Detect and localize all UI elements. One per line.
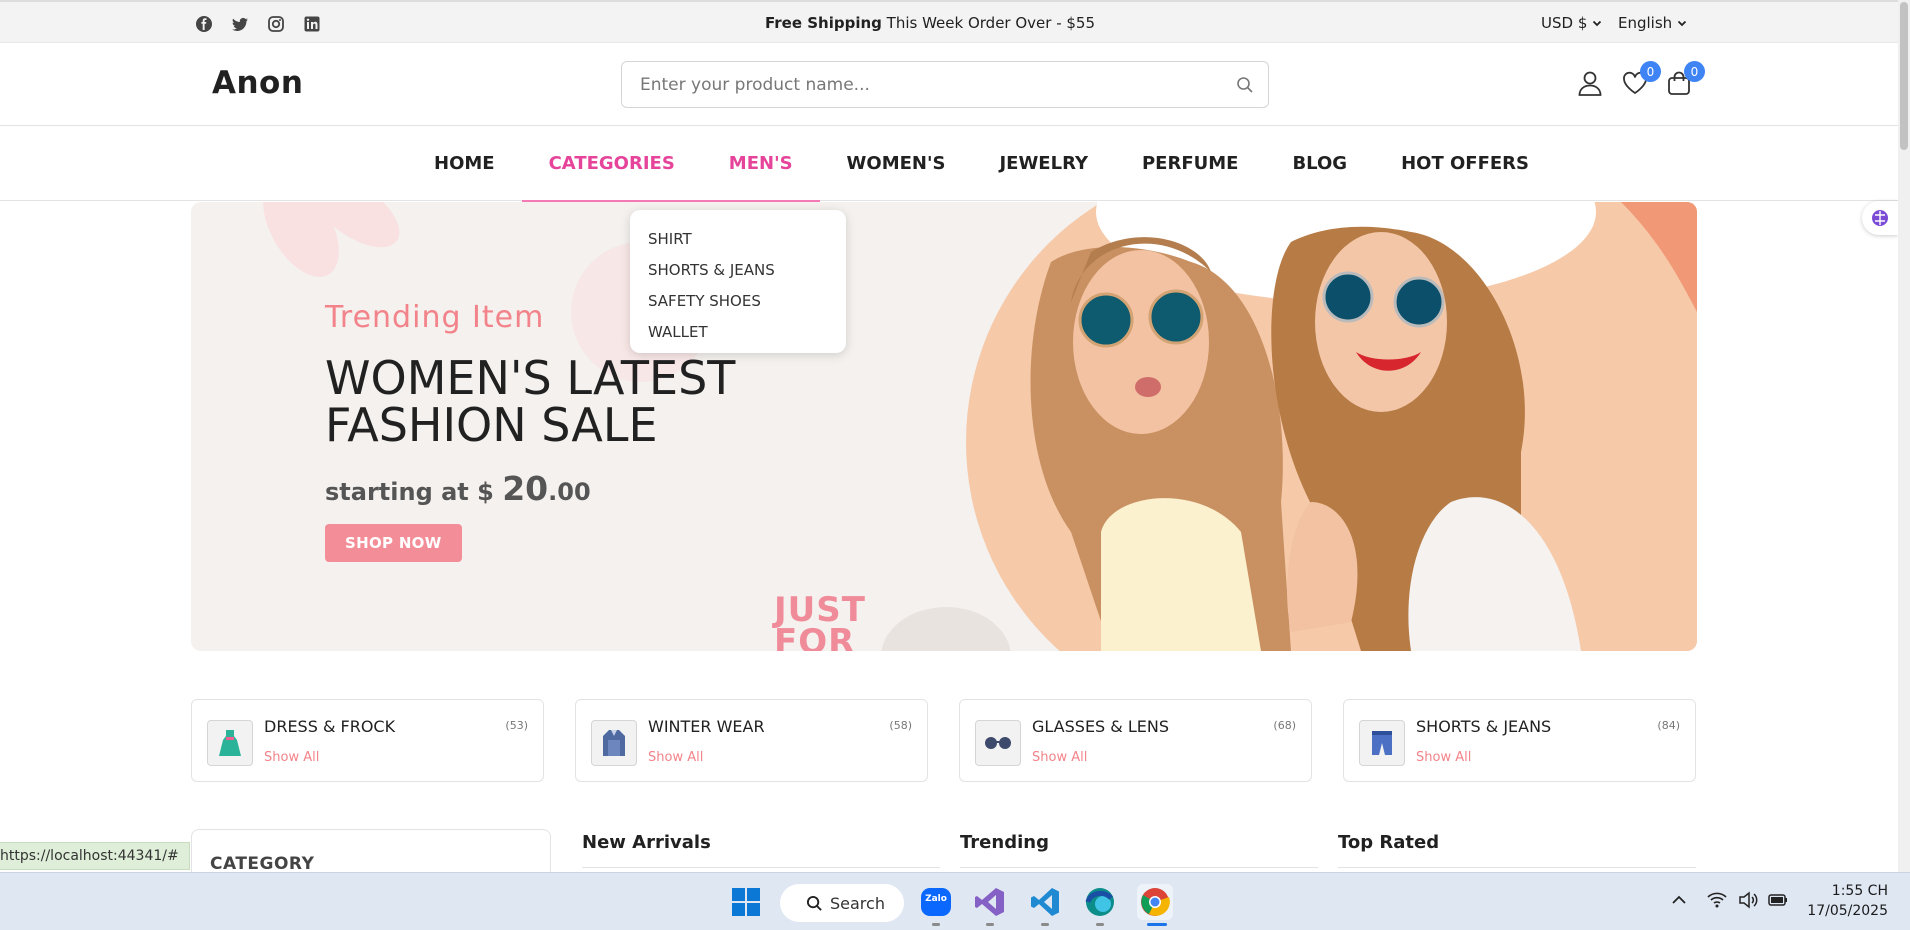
wishlist-count-badge: 0 xyxy=(1640,61,1661,82)
running-indicator xyxy=(932,923,940,926)
system-clock[interactable]: 1:55 CH 17/05/2025 xyxy=(1806,881,1888,921)
language-label: English xyxy=(1618,14,1673,32)
status-bar-url: https://localhost:44341/# xyxy=(0,842,190,870)
currency-select[interactable]: USD $ xyxy=(1541,14,1603,32)
search-input[interactable] xyxy=(640,62,1220,107)
category-card[interactable]: WINTER WEAR (58) Show All xyxy=(575,699,928,782)
cart-button[interactable]: 0 xyxy=(1665,61,1705,99)
category-count: (68) xyxy=(1273,719,1296,732)
show-all-link[interactable]: Show All xyxy=(1032,750,1087,765)
wifi-icon[interactable] xyxy=(1706,889,1728,911)
cart-count-badge: 0 xyxy=(1684,61,1705,82)
hero-price-prefix: starting at $ xyxy=(325,478,503,506)
section-title-top-rated: Top Rated xyxy=(1338,832,1440,853)
page-scrollbar[interactable] xyxy=(1898,0,1910,872)
battery-icon[interactable] xyxy=(1767,889,1789,911)
section-divider xyxy=(1338,867,1696,868)
category-name: DRESS & FROCK xyxy=(264,717,396,736)
dropdown-item-shorts-jeans[interactable]: SHORTS & JEANS xyxy=(648,255,828,286)
category-card[interactable]: SHORTS & JEANS (84) Show All xyxy=(1343,699,1696,782)
section-title-trending: Trending xyxy=(960,832,1049,853)
site-header: Anon 0 0 xyxy=(0,43,1898,126)
shorts-icon xyxy=(1359,720,1405,766)
running-indicator xyxy=(1096,923,1104,926)
chevron-down-icon xyxy=(1678,20,1687,27)
windows-start-icon[interactable] xyxy=(728,884,764,920)
taskbar-search[interactable]: Search xyxy=(780,884,904,922)
hero-overlay-text: JUST FOR xyxy=(774,590,866,651)
dropdown-item-wallet[interactable]: WALLET xyxy=(648,317,828,348)
hero-price: starting at $ 20.00 xyxy=(325,469,735,508)
chevron-down-icon xyxy=(1593,20,1602,27)
show-all-link[interactable]: Show All xyxy=(648,750,703,765)
hero-models-image xyxy=(1030,202,1697,651)
windows-taskbar: Search Zalo 1:55 CH 17/05/2025 xyxy=(0,872,1910,930)
search-icon xyxy=(806,895,822,911)
hero-title-line2: FASHION SALE xyxy=(325,398,658,452)
top-bar: Free Shipping This Week Order Over - $55… xyxy=(0,0,1898,43)
main-nav: HOME CATEGORIES MEN'S WOMEN'S JEWELRY PE… xyxy=(0,126,1898,202)
running-indicator xyxy=(986,923,994,926)
category-name: GLASSES & LENS xyxy=(1032,717,1169,736)
hero-title: WOMEN'S LATEST FASHION SALE xyxy=(325,355,735,449)
search-icon[interactable] xyxy=(1236,76,1254,94)
site-logo[interactable]: Anon xyxy=(212,65,303,101)
sidebar-category-title: CATEGORY xyxy=(210,854,315,874)
coat-icon xyxy=(591,720,637,766)
category-count: (58) xyxy=(889,719,912,732)
volume-icon[interactable] xyxy=(1737,889,1759,911)
hero-price-main: 20 xyxy=(502,469,549,508)
search-box xyxy=(621,61,1269,108)
category-card[interactable]: GLASSES & LENS (68) Show All xyxy=(959,699,1312,782)
vscode-icon[interactable] xyxy=(1027,884,1063,920)
section-divider xyxy=(582,867,940,868)
chrome-browser-icon[interactable] xyxy=(1137,884,1173,920)
category-name: WINTER WEAR xyxy=(648,717,765,736)
nav-jewelry[interactable]: JEWELRY xyxy=(972,126,1115,201)
taskbar-search-label: Search xyxy=(830,893,885,913)
active-indicator xyxy=(1147,923,1167,926)
hero-title-line1: WOMEN'S LATEST xyxy=(325,351,736,405)
zalo-app-label: Zalo xyxy=(925,894,947,904)
show-all-link[interactable]: Show All xyxy=(264,750,319,765)
edge-browser-icon[interactable] xyxy=(1082,884,1118,920)
section-divider xyxy=(960,867,1318,868)
nav-perfume[interactable]: PERFUME xyxy=(1115,126,1265,201)
language-select[interactable]: English xyxy=(1618,14,1688,32)
running-indicator xyxy=(1041,923,1049,926)
user-icon[interactable] xyxy=(1576,69,1606,99)
dropdown-item-safety-shoes[interactable]: SAFETY SHOES xyxy=(648,286,828,317)
nav-mens[interactable]: MEN'S xyxy=(701,126,820,202)
chevron-up-icon[interactable] xyxy=(1668,889,1690,911)
wishlist-button[interactable]: 0 xyxy=(1621,61,1661,99)
currency-label: USD $ xyxy=(1541,14,1588,32)
glasses-icon xyxy=(975,720,1021,766)
brain-icon xyxy=(1872,210,1888,226)
clock-date: 17/05/2025 xyxy=(1807,903,1888,919)
nav-home[interactable]: HOME xyxy=(434,126,522,201)
promo-bold: Free Shipping xyxy=(764,14,882,32)
promo-message: This Week Order Over - $55 xyxy=(886,14,1096,32)
hero-price-cents: .00 xyxy=(548,478,591,506)
nav-hot-offers[interactable]: HOT OFFERS xyxy=(1374,126,1556,201)
category-card[interactable]: DRESS & FROCK (53) Show All xyxy=(191,699,544,782)
nav-womens[interactable]: WOMEN'S xyxy=(820,126,973,201)
category-count: (53) xyxy=(505,719,528,732)
clock-time: 1:55 CH xyxy=(1831,883,1888,899)
visual-studio-icon[interactable] xyxy=(972,884,1008,920)
nav-blog[interactable]: BLOG xyxy=(1265,126,1374,201)
section-title-new-arrivals: New Arrivals xyxy=(582,832,711,853)
zalo-app-icon[interactable]: Zalo xyxy=(918,884,954,920)
shop-now-button[interactable]: SHOP NOW xyxy=(325,524,462,562)
hero-banner: Trending Item WOMEN'S LATEST FASHION SALE… xyxy=(191,202,1697,651)
dropdown-item-shirt[interactable]: SHIRT xyxy=(648,224,828,255)
show-all-link[interactable]: Show All xyxy=(1416,750,1471,765)
extension-float-button[interactable] xyxy=(1862,201,1898,235)
category-name: SHORTS & JEANS xyxy=(1416,717,1552,736)
mens-dropdown-menu: SHIRT SHORTS & JEANS SAFETY SHOES WALLET xyxy=(630,210,846,353)
scrollbar-thumb[interactable] xyxy=(1900,2,1908,150)
dress-icon xyxy=(207,720,253,766)
category-count: (84) xyxy=(1657,719,1680,732)
nav-categories[interactable]: CATEGORIES xyxy=(521,126,703,202)
